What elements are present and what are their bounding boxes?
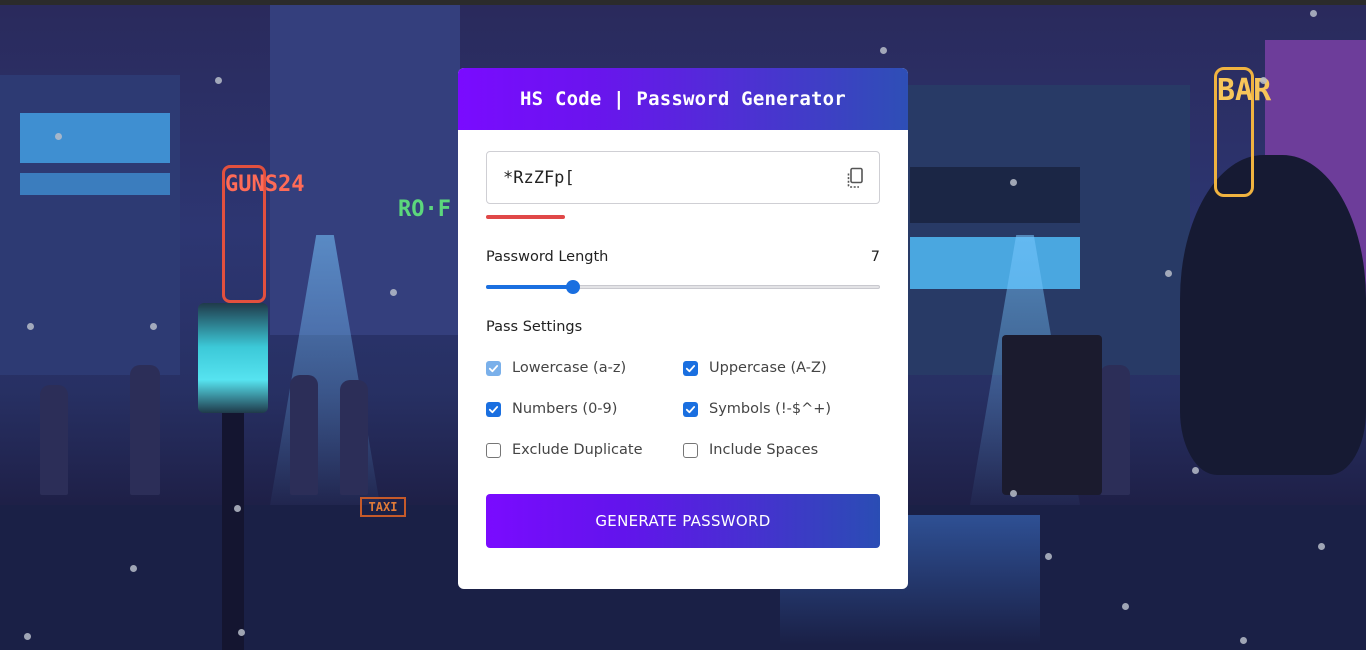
option-label: Lowercase (a-z)	[512, 360, 627, 376]
snowflake	[1045, 553, 1052, 560]
snowflake	[1122, 603, 1129, 610]
snowflake	[1165, 270, 1172, 277]
slider-fill	[486, 285, 573, 289]
password-strength-indicator	[486, 215, 565, 219]
lowercase-checkbox[interactable]	[486, 360, 501, 376]
snowflake	[1010, 179, 1017, 186]
post-box	[1002, 335, 1102, 495]
silhouette	[40, 385, 68, 495]
numbers-checkbox[interactable]	[486, 401, 501, 417]
option-label: Numbers (0-9)	[512, 401, 618, 417]
option-exclude-duplicate[interactable]: Exclude Duplicate	[486, 442, 643, 458]
snowflake	[27, 323, 34, 330]
option-numbers[interactable]: Numbers (0-9)	[486, 401, 617, 417]
password-output-input[interactable]	[503, 167, 833, 188]
include-spaces-checkbox[interactable]	[683, 442, 698, 458]
building-center-left	[270, 5, 460, 335]
uppercase-checkbox[interactable]	[683, 360, 698, 376]
pass-settings-label: Pass Settings	[486, 319, 583, 335]
snowflake	[215, 77, 222, 84]
snowflake	[1310, 10, 1317, 17]
card-title: HS Code | Password Generator	[520, 88, 846, 110]
neon-sign-guns: GUNS24	[222, 165, 304, 303]
tree-right	[1180, 155, 1366, 475]
snowflake	[1260, 77, 1267, 84]
option-uppercase[interactable]: Uppercase (A-Z)	[683, 360, 827, 376]
exclude-duplicate-checkbox[interactable]	[486, 442, 501, 458]
snowflake	[130, 565, 137, 572]
symbols-checkbox[interactable]	[683, 401, 698, 417]
snowflake	[150, 323, 157, 330]
silhouette	[340, 380, 368, 495]
neon-sign-bar: BAR	[1214, 67, 1271, 197]
option-label: Exclude Duplicate	[512, 442, 643, 458]
copy-icon[interactable]	[845, 167, 865, 189]
password-length-value: 7	[870, 249, 880, 265]
option-label: Symbols (!-$^+)	[709, 401, 832, 417]
window	[20, 173, 170, 195]
card-header: HS Code | Password Generator	[458, 68, 908, 130]
neon-sign-ro: RO·F	[398, 197, 451, 222]
snowflake	[390, 289, 397, 296]
password-generator-card: HS Code | Password Generator Password Le…	[458, 68, 908, 589]
option-symbols[interactable]: Symbols (!-$^+)	[683, 401, 831, 417]
street-lamp	[198, 303, 268, 413]
snowflake	[1240, 637, 1247, 644]
taxi-sign: TAXI	[360, 497, 406, 517]
slider-thumb[interactable]	[565, 280, 580, 294]
password-length-slider[interactable]	[486, 280, 880, 294]
option-include-spaces[interactable]: Include Spaces	[683, 442, 818, 458]
window	[910, 167, 1080, 223]
snowflake	[1010, 490, 1017, 497]
snowflake	[55, 133, 62, 140]
snowflake	[24, 633, 31, 640]
snowflake	[880, 47, 887, 54]
snowflake	[1192, 467, 1199, 474]
snowflake	[238, 629, 245, 636]
browser-top-strip	[0, 0, 1366, 5]
password-field[interactable]	[486, 151, 880, 204]
option-label: Include Spaces	[709, 442, 819, 458]
password-length-label: Password Length	[486, 249, 609, 265]
window	[20, 113, 170, 163]
option-label: Uppercase (A-Z)	[709, 360, 827, 376]
generate-password-button[interactable]: GENERATE PASSWORD	[486, 494, 880, 548]
snowflake	[1318, 543, 1325, 550]
option-lowercase[interactable]: Lowercase (a-z)	[486, 360, 626, 376]
silhouette	[1100, 365, 1130, 495]
snowflake	[234, 505, 241, 512]
silhouette	[130, 365, 160, 495]
silhouette	[290, 375, 318, 495]
window	[910, 237, 1080, 289]
lamp-pole	[222, 405, 244, 650]
